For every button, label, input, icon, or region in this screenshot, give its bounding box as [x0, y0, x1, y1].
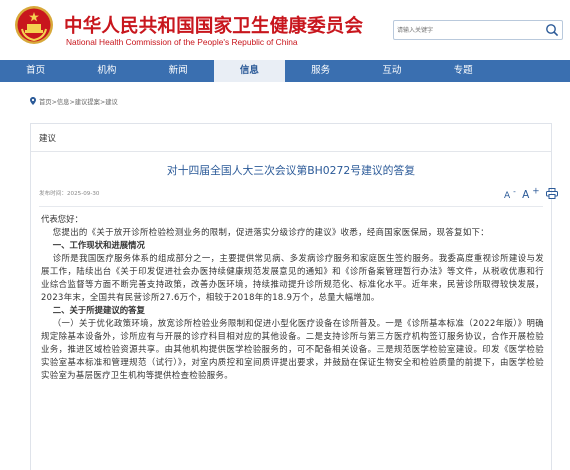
- section-body-reply: （一）关于优化政策环境，放宽诊所检验业务限制和促进小型化医疗设备在诊所普及。一是…: [41, 318, 544, 380]
- site-header: 中华人民共和国国家卫生健康委员会 National Health Commiss…: [0, 0, 570, 60]
- article-title: 对十四届全国人大三次会议第BH0272号建议的答复: [166, 164, 416, 177]
- breadcrumb-advice[interactable]: 建议提案: [75, 99, 100, 106]
- breadcrumb-info[interactable]: 信息: [57, 99, 70, 106]
- publish-date-value: 2025-09-30: [66, 191, 100, 197]
- font-decrease-button[interactable]: A-: [504, 187, 516, 201]
- national-emblem-icon[interactable]: [14, 5, 54, 45]
- breadcrumb-current[interactable]: 建议: [105, 99, 118, 106]
- search-input[interactable]: [397, 22, 537, 38]
- print-icon[interactable]: [545, 187, 558, 199]
- nav-item-information[interactable]: 信息: [213, 60, 285, 82]
- content-panel: 建议 对十四届全国人大三次会议第BH0272号建议的答复 发布时间：2025-0…: [30, 123, 558, 470]
- breadcrumb-home[interactable]: 首页: [39, 99, 52, 106]
- site-title-cn[interactable]: 中华人民共和国国家卫生健康委员会: [64, 12, 363, 38]
- main-nav: 首页 机构 新闻 信息 服务 互动 专题: [0, 60, 570, 82]
- section-body-status: 诊所是我国医疗服务体系的组成部分之一，主要提供常见病、多发病诊疗服务和家庭医生签…: [41, 253, 544, 302]
- section-heading-status: 一、工作现状和进展情况: [52, 240, 145, 250]
- font-increase-letter: A: [522, 188, 530, 201]
- nav-item-news[interactable]: 新闻: [143, 60, 214, 82]
- nav-item-home[interactable]: 首页: [0, 60, 71, 82]
- nav-item-institutions[interactable]: 机构: [71, 60, 142, 82]
- nav-item-interaction[interactable]: 互动: [356, 60, 427, 82]
- font-increase-sign: +: [532, 186, 540, 196]
- title-divider: [39, 206, 543, 207]
- nav-item-services[interactable]: 服务: [285, 60, 356, 82]
- font-decrease-letter: A: [504, 190, 511, 201]
- panel-tab-label: 建议: [39, 134, 57, 144]
- article-body: 代表您好： 您提出的《关于放开诊所检验检测业务的限制，促进落实分级诊疗的建议》收…: [41, 213, 544, 382]
- font-size-controls: A- A +: [504, 186, 558, 201]
- publish-date: 发布时间：2025-09-30: [39, 189, 100, 197]
- font-decrease-sign: -: [513, 186, 516, 196]
- search-box: [393, 20, 563, 40]
- search-icon[interactable]: [545, 23, 559, 37]
- font-increase-button[interactable]: A +: [522, 186, 540, 201]
- nav-item-topics[interactable]: 专题: [428, 60, 499, 82]
- intro-paragraph: 您提出的《关于放开诊所检验检测业务的限制，促进落实分级诊疗的建议》收悉，经商国家…: [52, 227, 489, 237]
- salutation: 代表您好：: [41, 214, 83, 224]
- location-pin-icon: [30, 97, 36, 105]
- panel-header: 建议: [31, 124, 551, 152]
- site-title-en: National Health Commission of the People…: [66, 37, 298, 47]
- publish-date-label: 发布时间：: [39, 191, 67, 197]
- breadcrumb: 首页>信息>建议提案>建议: [30, 97, 118, 106]
- section-heading-reply: 二、关于所提建议的答复: [52, 305, 145, 315]
